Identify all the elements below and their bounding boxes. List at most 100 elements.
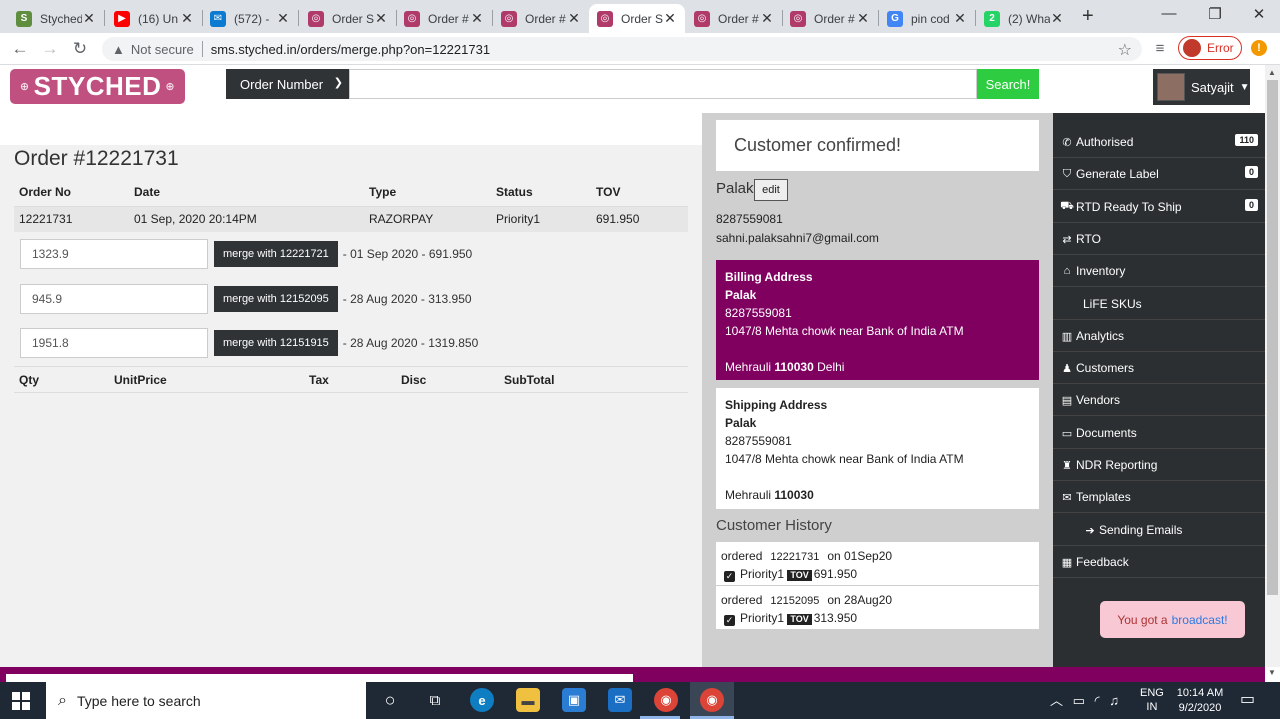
edit-customer-button[interactable]: edit	[754, 179, 788, 201]
sidebar-item-documents[interactable]: ▭ Documents	[1053, 418, 1265, 449]
profile-error-button[interactable]: Error	[1178, 36, 1242, 60]
sidebar-item-rto[interactable]: ⇄ RTO	[1053, 224, 1265, 255]
user-avatar	[1157, 73, 1185, 101]
task-view-icon[interactable]: ⧉	[423, 688, 447, 712]
scroll-down-icon[interactable]: ▼	[1268, 668, 1276, 677]
styched-icon: ◎	[597, 10, 613, 27]
store-icon[interactable]: ▣	[562, 688, 586, 712]
bookmark-star-icon[interactable]: ☆	[1118, 40, 1132, 60]
merge-button[interactable]: merge with 12152095	[214, 286, 338, 312]
system-tray[interactable]: ︿ ▭ ◜ ♫	[1050, 690, 1119, 709]
tab-5[interactable]: ◎ Order # ✕	[396, 4, 492, 33]
wifi-icon[interactable]: ◜	[1095, 693, 1100, 708]
sidebar-item-templates[interactable]: ✉ Templates	[1053, 482, 1265, 513]
tab-9[interactable]: ◎ Order # ✕	[782, 4, 878, 33]
sidebar-item-label: NDR Reporting	[1076, 458, 1158, 472]
system-clock[interactable]: 10:14 AM 9/2/2020	[1172, 686, 1228, 716]
sidebar-item-ndr-reporting[interactable]: ♜ NDR Reporting	[1053, 450, 1265, 481]
table-cell: 01 Sep, 2020 20:14PM	[129, 206, 364, 232]
merge-button[interactable]: merge with 12221721	[214, 241, 338, 267]
sidebar-item-authorised[interactable]: ✆ Authorised 110	[1053, 127, 1265, 158]
address-bar: ← → ↻ ▲ Not secure sms.styched.in/orders…	[0, 33, 1280, 65]
windows-start-icon[interactable]	[12, 692, 30, 710]
close-tab-icon[interactable]: ✕	[760, 10, 774, 27]
tab-6[interactable]: ◎ Order # ✕	[493, 4, 589, 33]
reload-icon[interactable]: ↻	[70, 39, 90, 59]
logo-right-ornament-icon: ⊕	[165, 81, 176, 93]
column-header: Type	[364, 178, 491, 207]
merge-button[interactable]: merge with 12151915	[214, 330, 338, 356]
broadcast-notice[interactable]: You got a broadcast!	[1100, 601, 1245, 638]
broadcast-link[interactable]: broadcast!	[1172, 613, 1228, 627]
close-tab-icon[interactable]: ✕	[180, 10, 194, 27]
close-tab-icon[interactable]: ✕	[567, 10, 581, 27]
sidebar-item-analytics[interactable]: ▥ Analytics	[1053, 321, 1265, 352]
minimize-button[interactable]: —	[1146, 5, 1192, 22]
merge-amount-field[interactable]: 945.9	[20, 284, 208, 314]
barcode-icon: ▥	[1061, 330, 1073, 343]
scrollbar-thumb[interactable]	[1267, 80, 1278, 595]
merge-amount-field[interactable]: 1323.9	[20, 239, 208, 269]
cortana-icon[interactable]: ○	[378, 688, 402, 712]
close-tab-icon[interactable]: ✕	[470, 10, 484, 27]
history-order-link[interactable]: 12221731	[770, 551, 819, 563]
history-item: ordered 12152095 on 28Aug20 ✓ Priority1 TOV 3…	[716, 586, 1039, 629]
back-icon[interactable]: ←	[10, 39, 30, 59]
tab-11[interactable]: 2 (2) Wha ✕	[976, 4, 1072, 33]
chrome-active-icon[interactable]: ◉	[700, 688, 724, 712]
mail-app-icon[interactable]: ✉	[608, 688, 632, 712]
close-tab-icon[interactable]: ✕	[374, 10, 388, 27]
volume-icon[interactable]: ♫	[1109, 693, 1119, 708]
edge-icon[interactable]: e	[470, 688, 494, 712]
scroll-up-icon[interactable]: ▲	[1268, 68, 1276, 77]
sidebar-item-vendors[interactable]: ▤ Vendors	[1053, 385, 1265, 416]
close-tab-icon[interactable]: ✕	[1050, 10, 1064, 27]
styched-logo[interactable]: ⊕ STYCHED ⊕	[10, 69, 185, 104]
tab-8[interactable]: ◎ Order # ✕	[686, 4, 782, 33]
forward-icon[interactable]: →	[40, 39, 60, 59]
sidebar-item-inventory[interactable]: ⌂ Inventory	[1053, 256, 1265, 287]
close-tab-icon[interactable]: ✕	[82, 10, 96, 27]
count-badge: 0	[1244, 199, 1258, 211]
tab-10[interactable]: Gpin cod ✕	[879, 4, 975, 33]
notifications-icon[interactable]: ▭	[1240, 689, 1255, 709]
close-tab-icon[interactable]: ✕	[663, 10, 677, 27]
battery-icon[interactable]: ▭	[1073, 693, 1085, 708]
language-indicator[interactable]: ENG IN	[1140, 686, 1164, 714]
url-field[interactable]: ▲ Not secure sms.styched.in/orders/merge…	[102, 37, 1142, 61]
search-type-select[interactable]: Order Number ❯	[226, 69, 349, 99]
history-order-link[interactable]: 12152095	[770, 595, 819, 607]
taskbar-search-input[interactable]: ⌕ Type here to search	[46, 682, 366, 719]
tab-1[interactable]: S Styched ✕	[8, 4, 104, 33]
search-icon: ⌕	[58, 691, 67, 709]
google-icon: G	[887, 10, 903, 27]
close-window-button[interactable]: ✕	[1236, 5, 1280, 23]
tab-3[interactable]: ✉ (572) - ✕	[202, 4, 298, 33]
close-tab-icon[interactable]: ✕	[276, 10, 290, 27]
sidebar-item-customers[interactable]: ♟ Customers	[1053, 353, 1265, 384]
update-alert-icon[interactable]: !	[1251, 40, 1267, 56]
tab-4[interactable]: ◎ Order S ✕	[300, 4, 396, 33]
sidebar-item-sending-emails[interactable]: ➔ Sending Emails	[1053, 515, 1265, 546]
tab-7[interactable]: ◎ Order S ✕	[589, 4, 685, 33]
search-button[interactable]: Search!	[977, 69, 1039, 99]
sidebar-item-feedback[interactable]: ▦ Feedback	[1053, 547, 1265, 578]
close-tab-icon[interactable]: ✕	[953, 10, 967, 27]
column-header: Disc	[396, 366, 499, 393]
table-cell: 12221731	[14, 206, 129, 232]
chevron-up-icon[interactable]: ︿	[1050, 693, 1063, 708]
chrome-icon[interactable]: ◉	[654, 688, 678, 712]
new-tab-button[interactable]: +	[1082, 5, 1094, 28]
sidebar-item-rtd-ready-to-ship[interactable]: ⛟ RTD Ready To Ship 0	[1053, 192, 1265, 223]
truck-icon: ⛟	[1060, 200, 1074, 212]
user-menu-button[interactable]: Satyajit ▼	[1153, 69, 1250, 105]
merge-amount-field[interactable]: 1951.8	[20, 328, 208, 358]
search-input[interactable]	[349, 69, 977, 99]
sidebar-item-life-skus[interactable]: LiFE SKUs	[1053, 289, 1265, 320]
tab-2[interactable]: ▶ (16) Un ✕	[106, 4, 202, 33]
close-tab-icon[interactable]: ✕	[856, 10, 870, 27]
sidebar-item-generate-label[interactable]: ⛉ Generate Label 0	[1053, 159, 1265, 190]
file-explorer-icon[interactable]: ▬	[516, 688, 540, 712]
maximize-button[interactable]: ❐	[1192, 5, 1238, 23]
reading-list-icon[interactable]: ≡	[1150, 40, 1170, 57]
